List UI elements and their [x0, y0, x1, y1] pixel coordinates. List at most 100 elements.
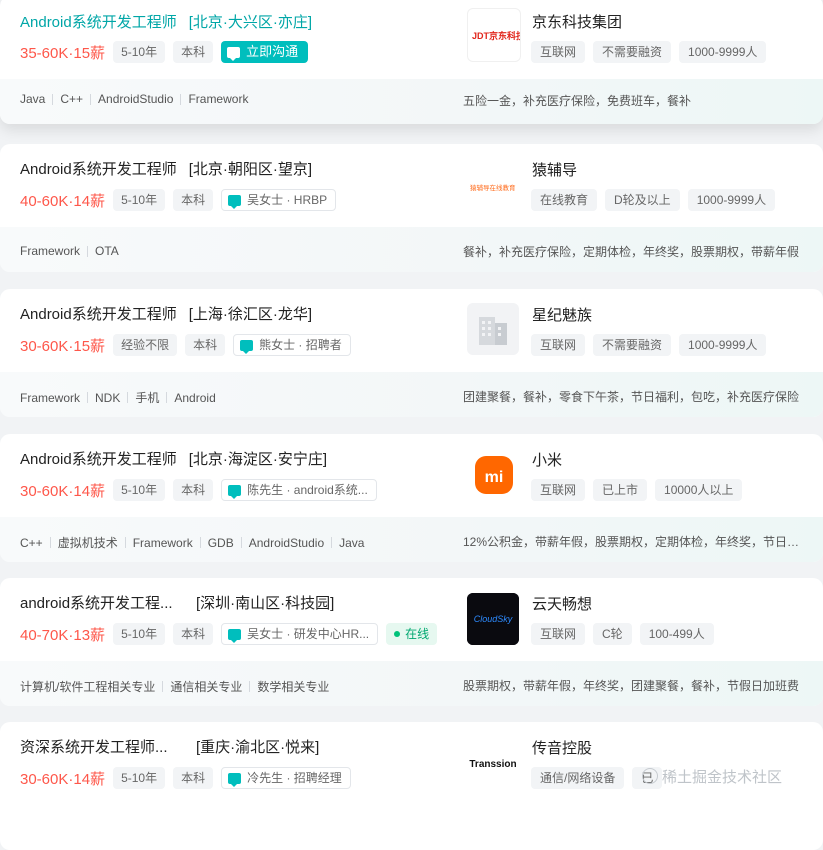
chat-now-button[interactable]: 立即沟通 — [221, 41, 309, 63]
company-tags: 互联网 已上市 10000人以上 — [531, 479, 750, 501]
job-area: [北京·朝阳区·望京] — [188, 161, 313, 178]
recruiter-chip[interactable]: 吴女士 · HRBP — [221, 189, 337, 211]
skill-tags: Java C++ AndroidStudio Framework — [20, 92, 248, 106]
transsion-logo[interactable]: Transsion — [467, 737, 519, 789]
experience-tag: 5-10年 — [113, 479, 166, 501]
company-name[interactable]: 传音控股 — [532, 737, 592, 758]
skill-tag: C++ — [60, 92, 84, 106]
degree-tag: 本科 — [185, 334, 226, 356]
job-card[interactable]: Android系统开发工程师 [北京·朝阳区·望京] 40-60K·14薪 5-1… — [0, 144, 823, 272]
job-info: 40-60K·14薪 5-10年 本科 吴女士 · HRBP — [20, 188, 337, 212]
industry-tag: 互联网 — [531, 41, 586, 63]
skill-tag: AndroidStudio — [98, 92, 174, 106]
chat-icon — [228, 772, 242, 787]
watermark: 稀土掘金技术社区 — [642, 766, 782, 787]
company-name[interactable]: 京东科技集团 — [532, 11, 622, 32]
experience-tag: 5-10年 — [113, 189, 166, 211]
skill-tag: Java — [339, 535, 365, 550]
funding-tag: 不需要融资 — [593, 41, 672, 63]
divider — [127, 392, 129, 403]
recruiter-name: 吴女士 · HRBP — [247, 193, 328, 207]
welfare-text: 团建聚餐，餐补，零食下午茶，节日福利，包吃，补充医疗保险 — [463, 390, 800, 404]
job-title[interactable]: Android系统开发工程师 — [20, 448, 177, 469]
chat-icon — [227, 46, 241, 61]
cloudsky-logo[interactable]: CloudSky — [467, 593, 519, 645]
job-title-line[interactable]: Android系统开发工程师 [北京·海淀区·安宁庄] — [20, 448, 327, 469]
yuanfudao-logo[interactable]: 猿辅导在线教育 — [467, 161, 519, 213]
xiaomi-logo-text: mi — [485, 469, 504, 486]
job-info: 30-60K·15薪 经验不限 本科 熊女士 · 招聘者 — [20, 333, 351, 357]
job-title[interactable]: 资深系统开发工程师... — [20, 736, 184, 757]
job-title[interactable]: Android系统开发工程师 — [20, 303, 177, 324]
chat-now-label: 立即沟通 — [246, 44, 299, 59]
degree-tag: 本科 — [173, 479, 214, 501]
skill-tag: 虚拟机技术 — [57, 536, 118, 550]
job-title-line[interactable]: Android系统开发工程师 [北京·朝阳区·望京] — [20, 158, 312, 179]
size-tag: 1000-9999人 — [679, 334, 767, 356]
xiaomi-logo[interactable]: mi — [467, 450, 519, 502]
size-tag: 100-499人 — [639, 623, 714, 645]
skill-tag: 计算机/软件工程相关专业 — [20, 680, 156, 694]
job-title[interactable]: Android系统开发工程师 — [20, 158, 177, 179]
xiaomi-logo-icon: mi — [475, 456, 513, 494]
experience-tag: 5-10年 — [113, 41, 166, 63]
skill-tags: Framework OTA — [20, 244, 119, 258]
job-card[interactable]: Android系统开发工程师 [北京·大兴区·亦庄] 35-60K·15薪 5-1… — [0, 0, 823, 124]
job-card[interactable]: Android系统开发工程师 [上海·徐汇区·龙华] 30-60K·15薪 经验不… — [0, 289, 823, 417]
funding-tag: 已上市 — [593, 479, 648, 501]
job-title-line[interactable]: Android系统开发工程师 [上海·徐汇区·龙华] — [20, 303, 312, 324]
job-title[interactable]: android系统开发工程... — [20, 592, 184, 613]
divider — [162, 681, 164, 692]
funding-tag: 不需要融资 — [593, 334, 672, 356]
job-info: 35-60K·15薪 5-10年 本科 立即沟通 — [20, 40, 309, 64]
juejin-icon — [642, 768, 658, 784]
recruiter-chip[interactable]: 吴女士 · 研发中心HR... — [221, 623, 379, 645]
company-name[interactable]: 云天畅想 — [532, 593, 592, 614]
salary: 30-60K·15薪 — [20, 337, 106, 355]
skill-tag: 数学相关专业 — [257, 680, 330, 694]
job-card[interactable]: android系统开发工程... [深圳·南山区·科技园] 40-70K·13薪 … — [0, 578, 823, 706]
company-name[interactable]: 星纪魅族 — [532, 304, 592, 325]
jdt-logo[interactable]: JDT京东科技 — [467, 8, 521, 62]
divider — [166, 392, 168, 403]
job-title-line[interactable]: Android系统开发工程师 [北京·大兴区·亦庄] — [20, 11, 312, 32]
divider — [180, 93, 182, 105]
size-tag: 10000人以上 — [655, 479, 743, 501]
company-name[interactable]: 小米 — [532, 449, 562, 470]
degree-tag: 本科 — [173, 767, 214, 789]
size-tag: 1000-9999人 — [687, 189, 776, 211]
salary: 35-60K·15薪 — [20, 44, 106, 62]
divider — [331, 537, 333, 548]
welfare-text: 股票期权，带薪年假，年终奖，团建聚餐，餐补，节假日加班费 — [463, 679, 800, 693]
welfare-text: 12%公积金，带薪年假，股票期权，定期体检，年终奖，节日福利 — [463, 535, 803, 549]
recruiter-chip[interactable]: 熊女士 · 招聘者 — [233, 334, 351, 356]
skill-tag: NDK — [95, 390, 121, 405]
recruiter-chip[interactable]: 陈先生 · android系统... — [221, 479, 377, 501]
job-info: 30-60K·14薪 5-10年 本科 陈先生 · android系统... — [20, 478, 377, 502]
industry-tag: 在线教育 — [531, 189, 598, 211]
job-card[interactable]: Android系统开发工程师 [北京·海淀区·安宁庄] 30-60K·14薪 5-… — [0, 434, 823, 562]
skill-tag: Java — [20, 92, 46, 106]
jdt-logo-text: JDT京东科技 — [472, 30, 520, 41]
skill-tag: Framework — [20, 244, 81, 258]
recruiter-chip[interactable]: 冷先生 · 招聘经理 — [221, 767, 351, 789]
recruiter-name: 熊女士 · 招聘者 — [259, 338, 342, 352]
divider — [124, 537, 126, 548]
building-icon[interactable] — [467, 303, 519, 355]
recruiter-name: 吴女士 · 研发中心HR... — [247, 627, 370, 641]
experience-tag: 经验不限 — [113, 334, 178, 356]
company-name[interactable]: 猿辅导 — [532, 159, 577, 180]
transsion-logo-text: Transsion — [469, 759, 516, 770]
recruiter-name: 冷先生 · 招聘经理 — [247, 771, 342, 785]
skill-tags: Framework NDK 手机 Android — [20, 389, 216, 406]
cloudsky-logo-text: CloudSky — [474, 614, 513, 624]
skill-tags: C++ 虚拟机技术 Framework GDB AndroidStudio Ja… — [20, 534, 364, 551]
experience-tag: 5-10年 — [113, 623, 166, 645]
job-title-line[interactable]: android系统开发工程... [深圳·南山区·科技园] — [20, 592, 334, 613]
industry-tag: 互联网 — [531, 479, 586, 501]
job-area: [北京·海淀区·安宁庄] — [188, 451, 328, 468]
divider — [199, 537, 201, 548]
job-title-line[interactable]: 资深系统开发工程师... [重庆·渝北区·悦来] — [20, 736, 319, 757]
skill-tags: 计算机/软件工程相关专业 通信相关专业 数学相关专业 — [20, 678, 329, 695]
job-title[interactable]: Android系统开发工程师 — [20, 11, 177, 32]
